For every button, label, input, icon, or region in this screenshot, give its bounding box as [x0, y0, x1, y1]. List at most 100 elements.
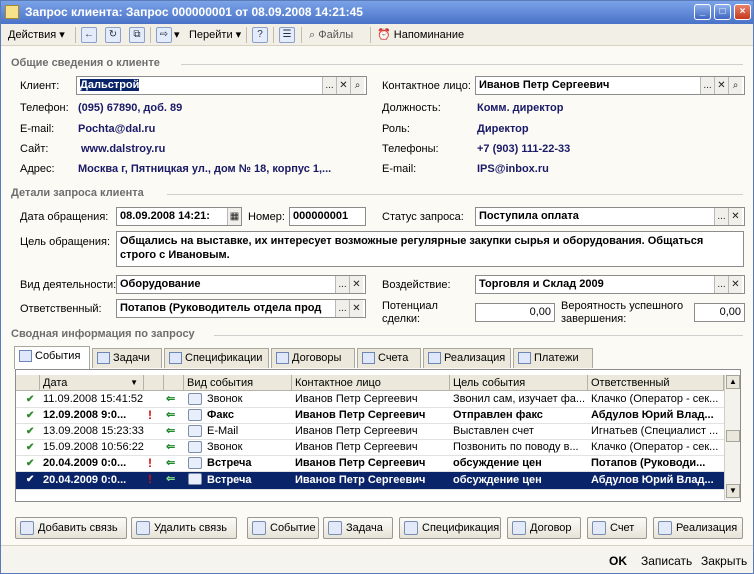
- potential-field[interactable]: 0,00: [475, 303, 555, 322]
- activity-field[interactable]: Оборудование ... ✕: [116, 275, 366, 294]
- scroll-up-icon[interactable]: ▲: [726, 375, 740, 389]
- invoice-button[interactable]: Счет: [587, 517, 647, 539]
- refresh-icon[interactable]: ↻: [105, 27, 121, 43]
- column-header-type[interactable]: Вид события: [184, 375, 292, 391]
- ok-button[interactable]: OK: [609, 554, 627, 568]
- contact-label: Контактное лицо:: [382, 80, 471, 92]
- column-header-contact[interactable]: Контактное лицо: [292, 375, 450, 391]
- create-based-on-icon[interactable]: ⇨: [156, 27, 172, 43]
- vertical-scrollbar[interactable]: ▲ ▼: [724, 375, 740, 500]
- open-icon[interactable]: ⌕: [350, 77, 364, 94]
- potential-label: Потенциал сделки:: [382, 300, 438, 325]
- tab-tasks[interactable]: Задачи: [92, 348, 162, 368]
- select-button[interactable]: ...: [714, 208, 728, 225]
- window-title: Запрос клиента: Запрос 000000001 от 08.0…: [25, 5, 363, 19]
- event-button[interactable]: Событие: [247, 517, 319, 539]
- request-details-section-title: Детали запроса клиента: [11, 187, 144, 199]
- email-label: E-mail:: [20, 123, 55, 135]
- date-field[interactable]: 08.09.2008 14:21: ▦: [116, 207, 242, 226]
- clear-icon[interactable]: ✕: [728, 208, 742, 225]
- tab-events[interactable]: События: [14, 346, 90, 369]
- clear-icon[interactable]: ✕: [349, 300, 363, 317]
- task-button[interactable]: Задача: [323, 517, 393, 539]
- tab-invoices[interactable]: Счета: [357, 348, 421, 368]
- clear-icon[interactable]: ✕: [336, 77, 350, 94]
- column-header-date[interactable]: Дата ▼: [40, 375, 144, 391]
- clear-icon[interactable]: ✕: [728, 276, 742, 293]
- tab-sales[interactable]: Реализация: [423, 348, 511, 368]
- role-label: Роль:: [382, 123, 410, 135]
- done-check-icon: ✔: [26, 442, 35, 453]
- tasks-icon: [97, 352, 110, 364]
- specification-button[interactable]: Спецификация: [399, 517, 501, 539]
- close-window-button[interactable]: ×: [734, 4, 751, 20]
- clear-icon[interactable]: ✕: [349, 276, 363, 293]
- column-header-responsible[interactable]: Ответственный: [588, 375, 724, 391]
- save-button[interactable]: Записать: [641, 554, 692, 568]
- select-button[interactable]: ...: [714, 276, 728, 293]
- number-field[interactable]: 000000001: [289, 207, 366, 226]
- phone-icon: [188, 441, 202, 453]
- help-icon[interactable]: ?: [252, 27, 268, 43]
- actions-menu[interactable]: Действия ▾: [8, 26, 65, 44]
- minimize-button[interactable]: _: [694, 4, 711, 20]
- email-value[interactable]: Pochta@dal.ru: [78, 123, 155, 135]
- row-date: 15.09.2008 10:56:22: [43, 441, 144, 453]
- site-label: Сайт:: [20, 143, 49, 155]
- toolbar-separator: [75, 27, 76, 43]
- client-field[interactable]: Дальстрой ... ✕ ⌕: [76, 76, 367, 95]
- open-icon[interactable]: ⌕: [728, 77, 742, 94]
- responsible-field[interactable]: Потапов (Руководитель отдела прод ... ✕: [116, 299, 366, 318]
- site-value[interactable]: www.dalstroy.ru: [81, 143, 165, 155]
- table-row[interactable]: ✔ 15.09.2008 10:56:22 ⇐ Звонок Иванов Пе…: [16, 440, 724, 456]
- tab-specifications[interactable]: Спецификации: [164, 348, 269, 368]
- table-row[interactable]: ✔ 12.09.2008 9:0... ! ⇐ Факс Иванов Петр…: [16, 408, 724, 424]
- row-date: 11.09.2008 15:41:52: [43, 393, 144, 405]
- table-row-selected[interactable]: ✔ 20.04.2009 0:0... ! ⇐ Встреча Иванов П…: [16, 472, 724, 490]
- column-header-icon: [16, 375, 40, 391]
- copy-icon[interactable]: ⧉: [129, 27, 145, 43]
- section-divider: [167, 194, 743, 195]
- select-button[interactable]: ...: [335, 276, 349, 293]
- select-button[interactable]: ...: [322, 77, 336, 94]
- row-date: 12.09.2008 9:0...: [43, 409, 127, 421]
- client-label: Клиент:: [20, 80, 60, 92]
- column-header-goal[interactable]: Цель события: [450, 375, 588, 391]
- table-row[interactable]: ✔ 13.09.2008 15:23:33 ⇐ E-Mail Иванов Пе…: [16, 424, 724, 440]
- maximize-button[interactable]: □: [714, 4, 731, 20]
- email2-value[interactable]: IPS@inbox.ru: [477, 163, 549, 175]
- toolbar-separator: [246, 27, 247, 43]
- impact-field[interactable]: Торговля и Склад 2009 ... ✕: [475, 275, 745, 294]
- files-button[interactable]: ⌕ Файлы: [309, 26, 353, 44]
- goto-menu[interactable]: Перейти ▾: [189, 26, 241, 44]
- tab-contracts[interactable]: Договоры: [271, 348, 355, 368]
- scroll-down-icon[interactable]: ▼: [726, 484, 740, 498]
- scroll-thumb[interactable]: [726, 430, 740, 442]
- structure-icon[interactable]: ☰: [279, 27, 295, 43]
- row-responsible: Потапов (Руководи...: [591, 457, 706, 469]
- contracts-icon: [276, 352, 289, 364]
- events-table: Дата ▼ Вид события Контактное лицо Цель с…: [15, 369, 741, 502]
- status-field[interactable]: Поступила оплата ... ✕: [475, 207, 745, 226]
- table-row[interactable]: ✔ 11.09.2008 15:41:52 ⇐ Звонок Иванов Пе…: [16, 392, 724, 408]
- create-based-on-dropdown[interactable]: ▾: [174, 26, 180, 44]
- close-button[interactable]: Закрыть: [701, 554, 747, 568]
- probability-field[interactable]: 0,00: [694, 303, 745, 322]
- tab-payments[interactable]: Платежи: [513, 348, 593, 368]
- select-button[interactable]: ...: [335, 300, 349, 317]
- go-back-icon[interactable]: ←: [81, 27, 97, 43]
- contact-field[interactable]: Иванов Петр Сергеевич ... ✕ ⌕: [475, 76, 745, 95]
- event-icon: [252, 521, 266, 535]
- table-row[interactable]: ✔ 20.04.2009 0:0... ! ⇐ Встреча Иванов П…: [16, 456, 724, 472]
- select-button[interactable]: ...: [700, 77, 714, 94]
- clear-icon[interactable]: ✕: [714, 77, 728, 94]
- contract-button[interactable]: Договор: [507, 517, 581, 539]
- outgoing-arrow-icon: ⇐: [166, 441, 176, 453]
- number-value: 000000001: [293, 210, 349, 222]
- sale-button[interactable]: Реализация: [653, 517, 743, 539]
- remove-link-button[interactable]: Удалить связь: [131, 517, 237, 539]
- reminder-button[interactable]: ⏰ Напоминание: [377, 26, 464, 44]
- calendar-icon[interactable]: ▦: [227, 208, 241, 225]
- add-link-button[interactable]: Добавить связь: [15, 517, 127, 539]
- purpose-textarea[interactable]: Общались на выставке, их интересует возм…: [116, 231, 744, 267]
